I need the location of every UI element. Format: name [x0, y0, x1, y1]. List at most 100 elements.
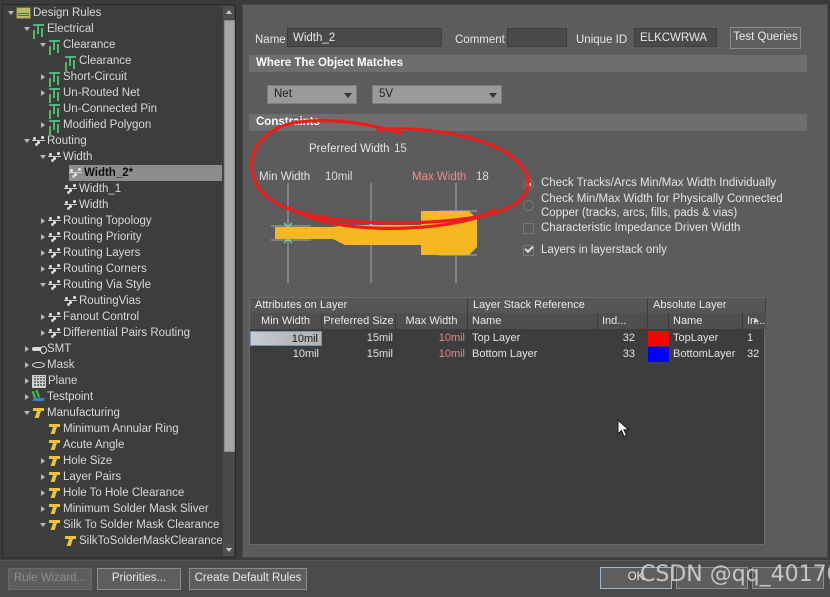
tree-item-routing-via-style[interactable]: Routing Via Style [3, 277, 222, 293]
tree-item-manufacturing[interactable]: Manufacturing [3, 405, 222, 421]
table-cell-max-width[interactable]: 10mil [396, 331, 468, 346]
tree-item-acute-angle[interactable]: Acute Angle [3, 437, 222, 453]
tree-expand-arrow-icon[interactable] [39, 213, 48, 229]
name-input[interactable]: Width_2 [287, 28, 442, 47]
table-col-min-width[interactable]: Min Width [250, 313, 322, 329]
ok-button[interactable]: OK [600, 567, 672, 589]
tree-collapse-arrow-icon[interactable] [23, 405, 32, 421]
tree-collapse-arrow-icon[interactable] [39, 277, 48, 293]
tree-item-testpoint[interactable]: Testpoint [3, 389, 222, 405]
table-cell-min-width[interactable]: 10mil [250, 347, 322, 362]
option-radio-connected-copper[interactable] [523, 200, 534, 211]
table-cell-ls-name[interactable]: Top Layer [468, 331, 598, 346]
tree-item-plane[interactable]: Plane [3, 373, 222, 389]
tree-collapse-arrow-icon[interactable] [23, 21, 32, 37]
tree-item-un-connected-pin[interactable]: Un-Connected Pin [3, 101, 222, 117]
tree-expand-arrow-icon[interactable] [39, 229, 48, 245]
tree-expand-arrow-icon[interactable] [39, 245, 48, 261]
unique-id-input[interactable]: ELKCWRWA [634, 28, 717, 47]
tree-scrollbar[interactable] [223, 6, 235, 556]
table-col-color[interactable] [648, 313, 669, 329]
scope-select[interactable]: Net [267, 85, 357, 104]
tree-item-modified-polygon[interactable]: Modified Polygon [3, 117, 222, 133]
tree-expand-arrow-icon[interactable] [39, 309, 48, 325]
table-col-abs-name[interactable]: Name [669, 313, 743, 329]
min-width-value[interactable]: 10mil [325, 171, 352, 183]
tree-item-mask[interactable]: Mask [3, 357, 222, 373]
tree-expand-arrow-icon[interactable] [39, 85, 48, 101]
option-checkbox-impedance[interactable] [523, 223, 534, 234]
priorities-button[interactable]: Priorities... [97, 568, 181, 590]
tree-item-hole-to-hole-clearance[interactable]: Hole To Hole Clearance [3, 485, 222, 501]
layer-color-swatch[interactable] [648, 331, 669, 346]
tree-item-short-circuit[interactable]: Short-Circuit [3, 69, 222, 85]
tree-item-un-routed-net[interactable]: Un-Routed Net [3, 85, 222, 101]
tree-expand-arrow-icon[interactable] [23, 341, 32, 357]
create-default-rules-button[interactable]: Create Default Rules [189, 568, 307, 590]
tree-item-silktosoldermaskclearance[interactable]: SilkToSolderMaskClearance [3, 533, 222, 549]
tree-scrollbar-thumb[interactable] [224, 20, 235, 452]
option-checkbox-layerstack[interactable] [523, 245, 534, 256]
rules-tree[interactable]: Design Rules Electrical Clearance Clearance… [3, 5, 222, 557]
tree-collapse-arrow-icon[interactable] [39, 517, 48, 533]
scroll-up-arrow-icon[interactable] [223, 6, 234, 18]
tree-item-routingvias[interactable]: RoutingVias [3, 293, 222, 309]
table-cell-abs-index[interactable]: 32 [743, 347, 766, 362]
tree-item-width-2[interactable]: Width_2* [69, 165, 222, 181]
table-cell-min-width[interactable]: 10mil [250, 331, 322, 346]
tree-item-width-1[interactable]: Width_1 [3, 181, 222, 197]
tree-item-width[interactable]: Width [3, 149, 222, 165]
rule-wizard-button[interactable]: Rule Wizard... [8, 568, 92, 590]
tree-item-smt[interactable]: SMT [3, 341, 222, 357]
max-width-value[interactable]: 18 [476, 171, 489, 183]
tree-item-hole-size[interactable]: Hole Size [3, 453, 222, 469]
tree-item-design-rules[interactable]: Design Rules [3, 5, 222, 21]
tree-collapse-arrow-icon[interactable] [39, 37, 48, 53]
tree-expand-arrow-icon[interactable] [39, 501, 48, 517]
tree-expand-arrow-icon[interactable] [39, 453, 48, 469]
table-cell-max-width[interactable]: 10mil [396, 347, 468, 362]
comment-input[interactable] [507, 28, 567, 47]
tree-item-silk-to-solder-mask-clearance[interactable]: Silk To Solder Mask Clearance [3, 517, 222, 533]
layer-constraints-table[interactable]: Attributes on Layer Layer Stack Referenc… [249, 297, 766, 545]
table-col-ls-index[interactable]: Ind... [598, 313, 648, 329]
tree-collapse-arrow-icon[interactable] [7, 5, 16, 21]
table-col-max-width[interactable]: Max Width [396, 313, 468, 329]
tree-item-electrical[interactable]: Electrical [3, 21, 222, 37]
tree-item-routing-corners[interactable]: Routing Corners [3, 261, 222, 277]
tree-item-width[interactable]: Width [3, 197, 222, 213]
table-cell-abs-name[interactable]: BottomLayer [669, 347, 743, 362]
tree-expand-arrow-icon[interactable] [23, 373, 32, 389]
tree-expand-arrow-icon[interactable] [39, 469, 48, 485]
tree-item-routing[interactable]: Routing [3, 133, 222, 149]
tree-item-routing-priority[interactable]: Routing Priority [3, 229, 222, 245]
tree-item-minimum-annular-ring[interactable]: Minimum Annular Ring [3, 421, 222, 437]
table-cell-abs-index[interactable]: 1 [743, 331, 766, 346]
table-cell-abs-name[interactable]: TopLayer [669, 331, 743, 346]
apply-button[interactable] [752, 567, 824, 589]
scroll-down-arrow-icon[interactable] [223, 544, 234, 556]
tree-expand-arrow-icon[interactable] [39, 117, 48, 133]
table-cell-preferred-size[interactable]: 15mil [322, 347, 396, 362]
cancel-button[interactable] [676, 567, 748, 589]
net-select[interactable]: 5V [372, 85, 502, 104]
layer-color-swatch[interactable] [648, 347, 669, 362]
tree-collapse-arrow-icon[interactable] [23, 133, 32, 149]
option-radio-individually[interactable] [523, 179, 534, 190]
tree-item-routing-layers[interactable]: Routing Layers [3, 245, 222, 261]
table-cell-ls-name[interactable]: Bottom Layer [468, 347, 598, 362]
tree-expand-arrow-icon[interactable] [39, 69, 48, 85]
test-queries-button[interactable]: Test Queries [730, 27, 801, 49]
tree-item-clearance[interactable]: Clearance [3, 53, 222, 69]
tree-item-fanout-control[interactable]: Fanout Control [3, 309, 222, 325]
tree-expand-arrow-icon[interactable] [23, 357, 32, 373]
tree-item-minimum-solder-mask-sliver[interactable]: Minimum Solder Mask Sliver [3, 501, 222, 517]
tree-item-routing-topology[interactable]: Routing Topology [3, 213, 222, 229]
table-cell-ls-index[interactable]: 32 [598, 331, 638, 346]
table-col-preferred-size[interactable]: Preferred Size [322, 313, 396, 329]
tree-item-clearance[interactable]: Clearance [3, 37, 222, 53]
preferred-width-value[interactable]: 15 [394, 143, 407, 155]
tree-expand-arrow-icon[interactable] [39, 485, 48, 501]
tree-expand-arrow-icon[interactable] [39, 325, 48, 341]
table-cell-preferred-size[interactable]: 15mil [322, 331, 396, 346]
